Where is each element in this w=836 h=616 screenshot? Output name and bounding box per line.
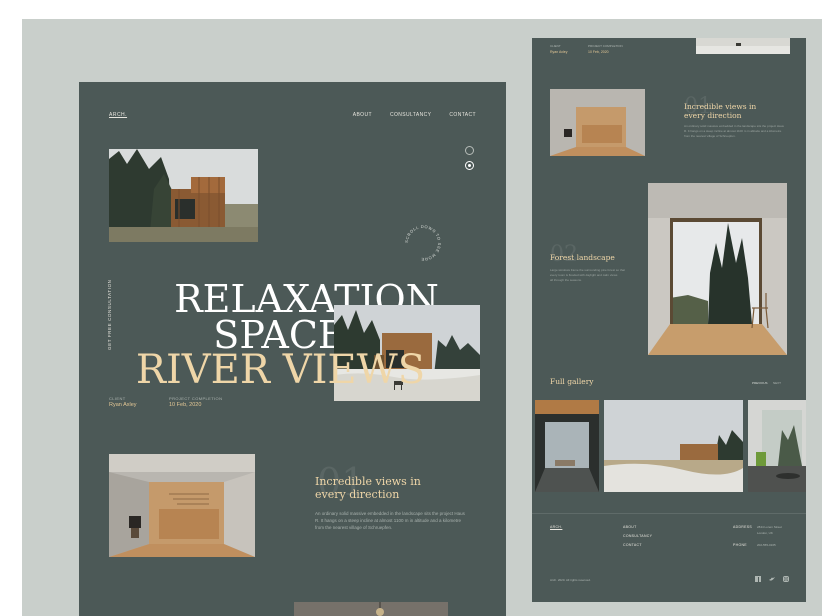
footer-nav-about[interactable]: ABOUT <box>623 525 637 529</box>
brand-logo[interactable]: ARCH. <box>109 112 127 118</box>
section1-body-line-1: An ordinary solid massive embedded in th… <box>315 511 465 516</box>
section1-body: An ordinary solid massive embedded in th… <box>315 510 485 532</box>
footer-divider <box>532 513 806 514</box>
rp-section1-body: An ordinary solid massive embedded in th… <box>684 124 794 138</box>
rp-gallery-title: Full gallery <box>550 377 594 386</box>
scroll-badge-icon[interactable]: SCROLL DOWN TO SEE MORE <box>402 222 444 264</box>
footer-nav-consultancy[interactable]: CONSULTANCY <box>623 534 652 538</box>
footer-address-line-1: 2844 Lorem Street <box>757 525 782 529</box>
section1-body-line-3: from the nearest village of Schruepfen. <box>315 525 393 531</box>
rp-section2-body: Large windows frame the surrounding pine… <box>550 268 650 282</box>
bottom-photo-partial <box>294 602 448 616</box>
nav-consultancy[interactable]: CONSULTANCY <box>390 112 431 118</box>
footer-phone-label: PHONE <box>733 543 747 547</box>
landing-page-preview: CLIENT Ryan Axley PROJECT COMPLETION 10 … <box>532 38 806 602</box>
twitter-icon[interactable] <box>769 576 775 582</box>
rp-client-label: CLIENT <box>550 44 561 48</box>
section1-title-line-2: every direction <box>315 487 400 501</box>
interior-photo-staircase <box>109 454 255 557</box>
free-consultation-cta[interactable]: GET FREE CONSULTATION <box>107 279 112 350</box>
rp-section2-title: Forest landscape <box>550 253 615 262</box>
rp-section1-title: Incredible views in every direction <box>684 102 756 120</box>
instagram-icon[interactable] <box>783 576 789 582</box>
hero-photo-forest-house <box>109 149 258 242</box>
slide-dot-2-active[interactable] <box>465 161 474 170</box>
rp-section2-body-line-3: all through the seasons. <box>550 277 582 282</box>
gallery-photo-1[interactable] <box>535 400 599 492</box>
footer-address-label: ADDRESS <box>733 525 753 529</box>
nav-contact[interactable]: CONTACT <box>449 112 476 118</box>
footer-brand[interactable]: ARCH. <box>550 525 562 529</box>
gallery-photo-2[interactable] <box>604 400 743 492</box>
landing-page-main: ARCH. ABOUT CONSULTANCY CONTACT SCROLL D… <box>79 82 506 616</box>
scroll-badge-text: SCROLL DOWN TO SEE MORE <box>404 224 442 262</box>
footer-copyright: Arch. 2020. All rights reserved. <box>550 578 591 582</box>
footer-address-line-2: London, UK <box>757 531 773 535</box>
slide-dot-1[interactable] <box>465 146 474 155</box>
rp-client-value: Ryan Axley <box>550 50 568 54</box>
nav-about[interactable]: ABOUT <box>353 112 372 118</box>
section1-title-line-1: Incredible views in <box>315 475 421 488</box>
gallery-next[interactable]: NEXT <box>773 381 781 385</box>
footer-nav-contact[interactable]: CONTACT <box>623 543 642 547</box>
footer-phone-value: 202-555-0165 <box>757 543 776 547</box>
rp-section1-title-line-2: every direction <box>684 110 742 120</box>
rp-section1-body-line-3: from the nearest village of Schruepfen. <box>684 133 736 138</box>
client-value: Ryan Axley <box>109 402 137 408</box>
gallery-prev[interactable]: PREVIOUS <box>752 381 768 385</box>
main-nav: ABOUT CONSULTANCY CONTACT <box>353 112 476 118</box>
section1-body-line-2: R. It hangs on a steep incline at almost… <box>315 518 461 524</box>
hero-title-line-3: RIVER VIEWS <box>135 347 426 393</box>
client-label: CLIENT <box>109 396 126 401</box>
rp-completion-label: PROJECT COMPLETION <box>588 44 623 48</box>
gallery-photo-3[interactable] <box>748 400 806 492</box>
design-canvas: ARCH. ABOUT CONSULTANCY CONTACT SCROLL D… <box>22 19 822 616</box>
rp-window-forest-photo <box>648 183 787 355</box>
facebook-icon[interactable] <box>755 576 761 582</box>
completion-value: 10 Feb, 2020 <box>169 402 202 408</box>
svg-text:SCROLL DOWN TO SEE MORE: SCROLL DOWN TO SEE MORE <box>404 224 442 262</box>
section1-title: Incredible views in every direction <box>315 475 421 501</box>
rp-section1-body-line-2: R. It hangs on a steep incline at almost… <box>684 128 782 133</box>
rp-top-photo <box>696 38 790 54</box>
rp-completion-value: 10 Feb, 2020 <box>588 50 609 54</box>
rp-interior-photo <box>550 89 645 156</box>
completion-label: PROJECT COMPLETION <box>169 396 223 401</box>
